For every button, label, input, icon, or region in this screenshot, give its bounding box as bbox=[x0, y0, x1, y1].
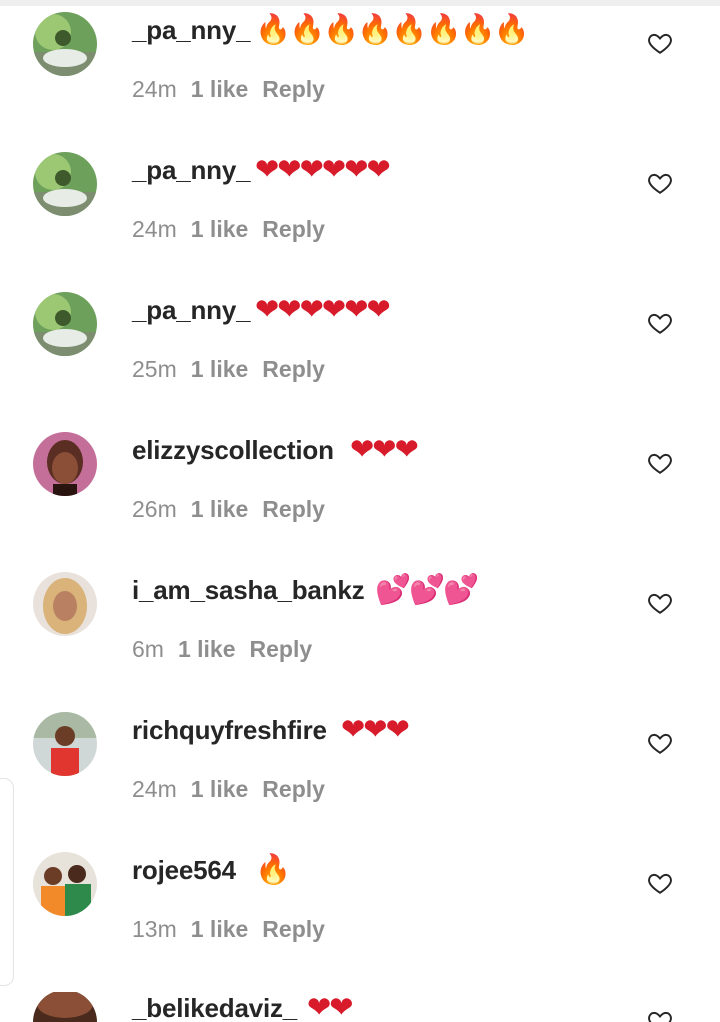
comment-likes[interactable]: 1 like bbox=[191, 216, 249, 242]
reply-button[interactable]: Reply bbox=[250, 636, 313, 662]
comment-item: rojee564 🔥 13m 1 like Reply bbox=[0, 852, 720, 994]
comment-time: 24m bbox=[132, 216, 177, 242]
comment-likes[interactable]: 1 like bbox=[191, 496, 249, 522]
comment-emoji-text: ❤❤ bbox=[307, 992, 354, 1022]
comment-username[interactable]: _pa_nny_ bbox=[132, 14, 251, 46]
comment-item: _belikedaviz_ ❤❤ bbox=[0, 992, 720, 1022]
comment-emoji-text: ❤❤❤❤❤❤ bbox=[255, 292, 391, 326]
like-heart-icon[interactable] bbox=[647, 730, 673, 756]
reply-button[interactable]: Reply bbox=[262, 916, 325, 942]
top-divider bbox=[0, 0, 720, 6]
avatar[interactable] bbox=[33, 992, 97, 1022]
comment-time: 24m bbox=[132, 76, 177, 102]
comment-emoji-text: 🔥🔥🔥🔥🔥🔥🔥🔥 bbox=[255, 12, 530, 46]
comment-meta: 24m 1 like Reply bbox=[132, 74, 325, 104]
avatar[interactable] bbox=[33, 712, 97, 776]
comment-item: _pa_nny_ 🔥🔥🔥🔥🔥🔥🔥🔥 24m 1 like Reply bbox=[0, 12, 720, 154]
comment-meta: 26m 1 like Reply bbox=[132, 494, 325, 524]
like-heart-icon[interactable] bbox=[647, 870, 673, 896]
comment-username[interactable]: _belikedaviz_ bbox=[132, 992, 297, 1022]
like-heart-icon[interactable] bbox=[647, 30, 673, 56]
comment-emoji-text: 💕💕💕 bbox=[375, 572, 479, 606]
comment-item: _pa_nny_ ❤❤❤❤❤❤ 25m 1 like Reply bbox=[0, 292, 720, 434]
comment-time: 26m bbox=[132, 496, 177, 522]
avatar[interactable] bbox=[33, 292, 97, 356]
like-heart-icon[interactable] bbox=[647, 170, 673, 196]
comment-emoji-text: ❤❤❤ bbox=[341, 712, 410, 746]
reply-button[interactable]: Reply bbox=[262, 496, 325, 522]
comment-likes[interactable]: 1 like bbox=[191, 356, 249, 382]
comment-time: 13m bbox=[132, 916, 177, 942]
like-heart-icon[interactable] bbox=[647, 1008, 673, 1022]
comment-time: 25m bbox=[132, 356, 177, 382]
comment-meta: 24m 1 like Reply bbox=[132, 214, 325, 244]
comment-likes[interactable]: 1 like bbox=[191, 776, 249, 802]
comment-likes[interactable]: 1 like bbox=[191, 916, 249, 942]
avatar[interactable] bbox=[33, 12, 97, 76]
comment-meta: 25m 1 like Reply bbox=[132, 354, 325, 384]
comment-item: i_am_sasha_bankz 💕💕💕 6m 1 like Reply bbox=[0, 572, 720, 714]
comment-likes[interactable]: 1 like bbox=[178, 636, 236, 662]
reply-button[interactable]: Reply bbox=[262, 76, 325, 102]
like-heart-icon[interactable] bbox=[647, 590, 673, 616]
comment-username[interactable]: i_am_sasha_bankz bbox=[132, 574, 365, 606]
comment-emoji-text: ❤❤❤❤❤❤ bbox=[255, 152, 391, 186]
reply-button[interactable]: Reply bbox=[262, 216, 325, 242]
avatar[interactable] bbox=[33, 852, 97, 916]
comment-meta: 13m 1 like Reply bbox=[132, 914, 325, 944]
comment-time: 24m bbox=[132, 776, 177, 802]
comment-emoji-text: ❤❤❤ bbox=[350, 432, 419, 466]
comment-username[interactable]: _pa_nny_ bbox=[132, 154, 251, 186]
comment-emoji-text: 🔥 bbox=[255, 852, 291, 886]
avatar[interactable] bbox=[33, 572, 97, 636]
comment-time: 6m bbox=[132, 636, 164, 662]
comment-username[interactable]: rojee564 bbox=[132, 854, 236, 886]
comment-username[interactable]: elizzyscollection bbox=[132, 434, 334, 466]
avatar[interactable] bbox=[33, 432, 97, 496]
comment-item: elizzyscollection ❤❤❤ 26m 1 like Reply bbox=[0, 432, 720, 574]
reply-button[interactable]: Reply bbox=[262, 776, 325, 802]
comment-meta: 24m 1 like Reply bbox=[132, 774, 325, 804]
comment-username[interactable]: _pa_nny_ bbox=[132, 294, 251, 326]
avatar[interactable] bbox=[33, 152, 97, 216]
comment-item: _pa_nny_ ❤❤❤❤❤❤ 24m 1 like Reply bbox=[0, 152, 720, 294]
comment-meta: 6m 1 like Reply bbox=[132, 634, 312, 664]
comment-item: richquyfreshfire ❤❤❤ 24m 1 like Reply bbox=[0, 712, 720, 854]
comment-likes[interactable]: 1 like bbox=[191, 76, 249, 102]
comment-username[interactable]: richquyfreshfire bbox=[132, 714, 327, 746]
like-heart-icon[interactable] bbox=[647, 310, 673, 336]
reply-button[interactable]: Reply bbox=[262, 356, 325, 382]
like-heart-icon[interactable] bbox=[647, 450, 673, 476]
